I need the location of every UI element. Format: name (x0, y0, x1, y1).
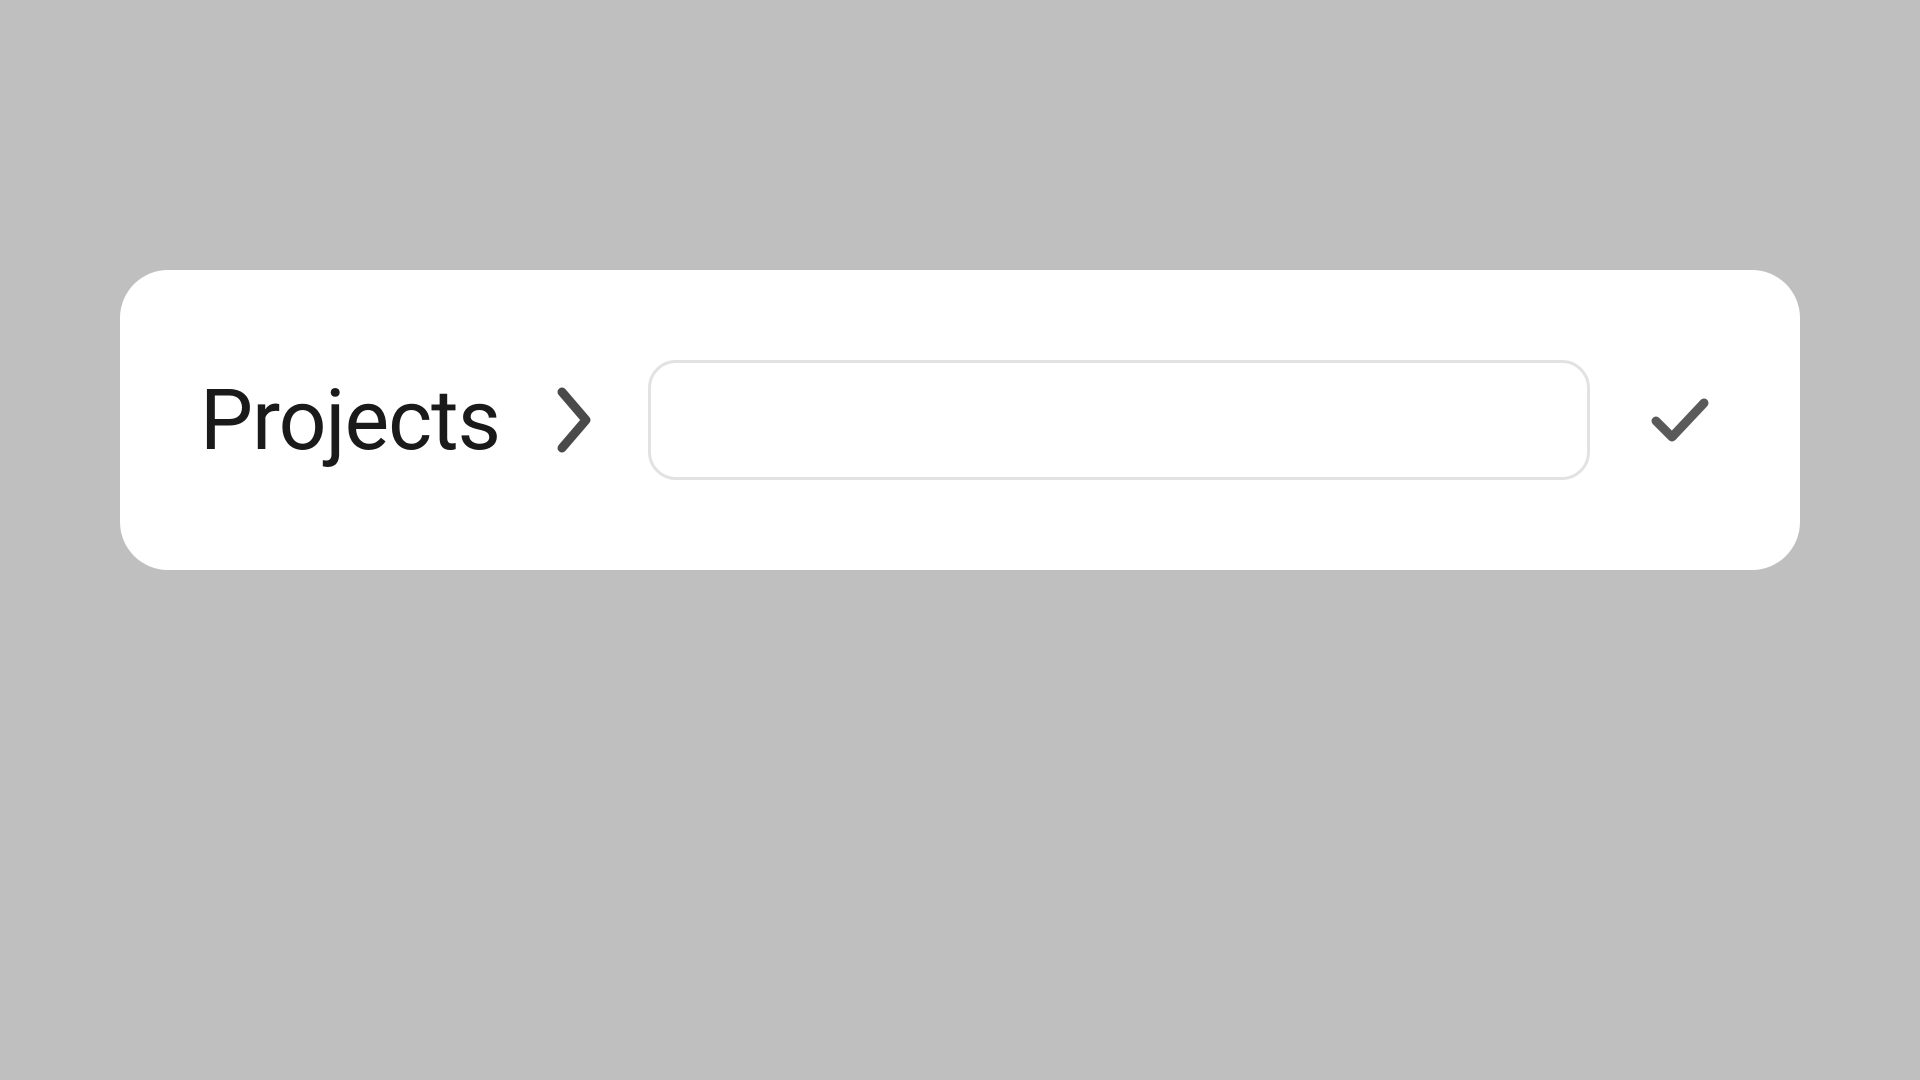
breadcrumb-edit-card: Projects (120, 270, 1800, 570)
chevron-right-icon (550, 384, 598, 456)
confirm-button[interactable] (1640, 384, 1720, 457)
breadcrumb-parent-label[interactable]: Projects (200, 371, 500, 470)
project-name-input[interactable] (648, 360, 1590, 480)
check-icon (1650, 394, 1710, 447)
